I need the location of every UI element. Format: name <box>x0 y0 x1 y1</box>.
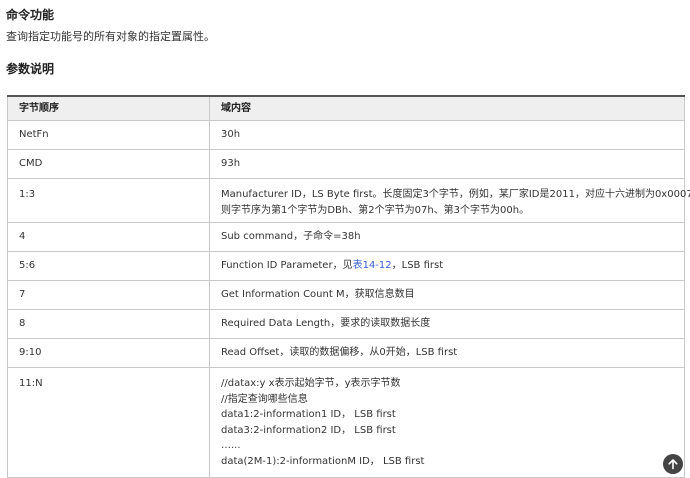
content-line: data3:2-information2 ID， LSB first <box>221 424 396 436</box>
table-row: 9:10 Read Offset，读取的数据偏移，从0开始，LSB first <box>7 338 685 368</box>
content-cell: Sub command，子命令=38h <box>209 222 685 252</box>
scroll-to-top-button[interactable] <box>663 454 683 474</box>
content-line: //指定查询哪些信息 <box>221 393 308 405</box>
byte-cell: NetFn <box>7 120 210 150</box>
content-line: 则字节序为第1个字节为DBh、第2个字节为07h、第3个字节为00h。 <box>221 204 530 216</box>
content-text: ，LSB first <box>391 260 444 272</box>
table-row: CMD 93h <box>7 149 685 179</box>
header-field-content: 域内容 <box>209 95 685 121</box>
content-cell: 30h <box>209 120 685 150</box>
content-cell: Get Information Count M，获取信息数目 <box>209 280 685 310</box>
byte-cell: 7 <box>7 280 210 310</box>
table-row: 8 Required Data Length，要求的读取数据长度 <box>7 309 685 339</box>
arrow-up-icon <box>668 459 678 470</box>
content-line: Manufacturer ID，LS Byte first。长度固定3个字节，例… <box>221 189 690 200</box>
table-row: 5:6 Function ID Parameter，见表14-12，LSB fi… <box>7 251 685 281</box>
content-cell: Function ID Parameter，见表14-12，LSB first <box>209 251 685 281</box>
content-cell: Manufacturer ID，LS Byte first。长度固定3个字节，例… <box>209 178 690 223</box>
content-cell: 93h <box>209 149 685 179</box>
byte-cell: 5:6 <box>7 251 210 281</box>
byte-cell: 9:10 <box>7 338 210 368</box>
parameter-table: 字节顺序 域内容 NetFn 30h CMD 93h 1:3 Manufactu… <box>7 95 690 478</box>
header-byte-order: 字节顺序 <box>7 95 210 121</box>
content-line: data1:2-information1 ID， LSB first <box>221 409 396 420</box>
content-line: //datax:y x表示起始字节，y表示字节数 <box>221 378 401 389</box>
table-reference-link[interactable]: 表14-12 <box>353 260 392 271</box>
table-row: 11:N //datax:y x表示起始字节，y表示字节数 //指定查询哪些信息… <box>7 367 685 478</box>
byte-cell: 4 <box>7 222 210 252</box>
content-cell: Read Offset，读取的数据偏移，从0开始，LSB first <box>209 338 685 368</box>
table-header-row: 字节顺序 域内容 <box>7 95 685 121</box>
section-title-command-function: 命令功能 <box>6 8 55 22</box>
byte-cell: 1:3 <box>7 178 210 223</box>
byte-cell: 11:N <box>7 367 210 478</box>
content-text: Function ID Parameter，见 <box>221 260 353 272</box>
table-row: NetFn 30h <box>7 120 685 150</box>
table-row: 4 Sub command，子命令=38h <box>7 222 685 252</box>
table-row: 1:3 Manufacturer ID，LS Byte first。长度固定3个… <box>7 178 690 223</box>
section-title-parameters: 参数说明 <box>6 62 55 76</box>
command-description: 查询指定功能号的所有对象的指定置属性。 <box>6 30 215 43</box>
content-cell: //datax:y x表示起始字节，y表示字节数 //指定查询哪些信息 data… <box>209 367 685 478</box>
content-line: data(2M-1):2-informationM ID， LSB first <box>221 455 425 467</box>
byte-cell: CMD <box>7 149 210 179</box>
table-row: 7 Get Information Count M，获取信息数目 <box>7 280 685 310</box>
content-cell: Required Data Length，要求的读取数据长度 <box>209 309 685 339</box>
content-line: …... <box>221 440 241 451</box>
byte-cell: 8 <box>7 309 210 339</box>
